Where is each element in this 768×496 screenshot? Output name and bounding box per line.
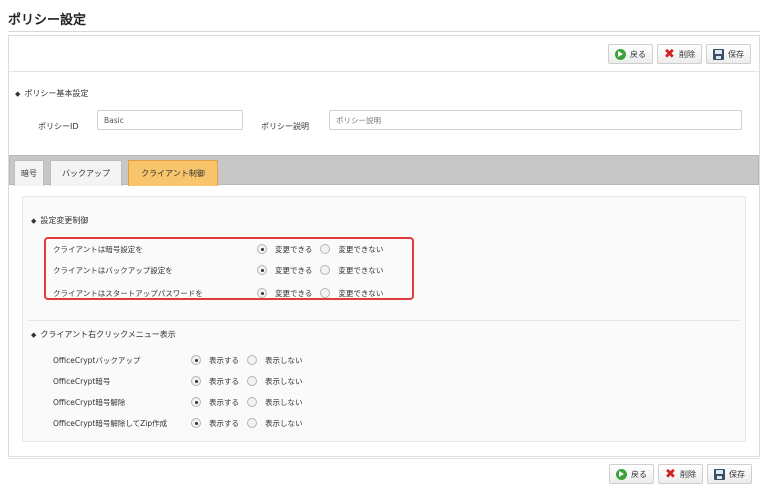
back-button[interactable]: 戻る <box>608 44 653 64</box>
tab-encryption[interactable]: 暗号 <box>14 160 44 186</box>
show-radio[interactable] <box>191 376 201 386</box>
highlight-frame <box>44 237 414 300</box>
menu-row-label: OfficeCrypt暗号解除 <box>53 397 126 407</box>
hide-radio[interactable] <box>247 355 257 365</box>
delete-x-icon: ✖ <box>665 466 676 482</box>
policy-description-label: ポリシー説明 <box>261 122 309 131</box>
delete-button[interactable]: ✖ 削除 <box>657 44 702 64</box>
bottom-toolbar: 戻る ✖ 削除 保存 <box>609 464 752 484</box>
hide-radio[interactable] <box>247 418 257 428</box>
policy-description-input[interactable] <box>329 110 742 130</box>
footer-divider <box>8 458 760 459</box>
policy-id-input[interactable] <box>97 110 243 130</box>
menu-row-label: OfficeCryptバックアップ <box>53 355 141 365</box>
menu-row-backup: OfficeCryptバックアップ 表示する 表示しない <box>53 355 303 365</box>
title-divider <box>8 31 760 32</box>
basic-settings-heading: ポリシー基本設定 <box>15 88 88 99</box>
menu-row-decrypt-zip: OfficeCrypt暗号解除してZip作成 表示する 表示しない <box>53 418 303 428</box>
show-radio[interactable] <box>191 397 201 407</box>
delete-button[interactable]: ✖ 削除 <box>658 464 703 484</box>
section-divider <box>29 320 739 321</box>
menu-row-label: OfficeCrypt暗号 <box>53 376 111 386</box>
back-button-label: 戻る <box>631 469 647 479</box>
menu-row-label: OfficeCrypt暗号解除してZip作成 <box>53 418 168 428</box>
change-control-heading: 設定変更制御 <box>31 215 88 226</box>
save-button[interactable]: 保存 <box>706 44 751 64</box>
context-menu-heading: クライアント右クリックメニュー表示 <box>31 329 175 340</box>
back-icon <box>616 468 627 480</box>
top-toolbar: 戻る ✖ 削除 保存 <box>608 44 751 64</box>
tab-backup[interactable]: バックアップ <box>50 160 122 186</box>
back-button-label: 戻る <box>630 49 646 59</box>
hide-radio[interactable] <box>247 376 257 386</box>
menu-row-decrypt: OfficeCrypt暗号解除 表示する 表示しない <box>53 397 303 407</box>
delete-x-icon: ✖ <box>664 46 675 62</box>
page-title: ポリシー設定 <box>8 13 87 28</box>
hide-radio[interactable] <box>247 397 257 407</box>
tab-client-control[interactable]: クライアント制御 <box>128 160 218 186</box>
save-disk-icon <box>714 468 725 480</box>
save-button[interactable]: 保存 <box>707 464 752 484</box>
save-disk-icon <box>713 48 724 60</box>
menu-row-encrypt: OfficeCrypt暗号 表示する 表示しない <box>53 376 303 386</box>
back-button[interactable]: 戻る <box>609 464 654 484</box>
client-control-panel: 設定変更制御 クライアントは暗号設定を 変更できる 変更できない クライアントは… <box>22 196 746 442</box>
toolbar-divider <box>9 71 759 72</box>
tab-bar: 暗号 バックアップ クライアント制御 <box>9 155 759 186</box>
delete-button-label: 削除 <box>679 49 695 59</box>
show-radio[interactable] <box>191 355 201 365</box>
back-icon <box>615 48 626 60</box>
save-button-label: 保存 <box>729 469 745 479</box>
save-button-label: 保存 <box>728 49 744 59</box>
delete-button-label: 削除 <box>680 469 696 479</box>
policy-id-label: ポリシーID <box>38 122 79 131</box>
show-radio[interactable] <box>191 418 201 428</box>
